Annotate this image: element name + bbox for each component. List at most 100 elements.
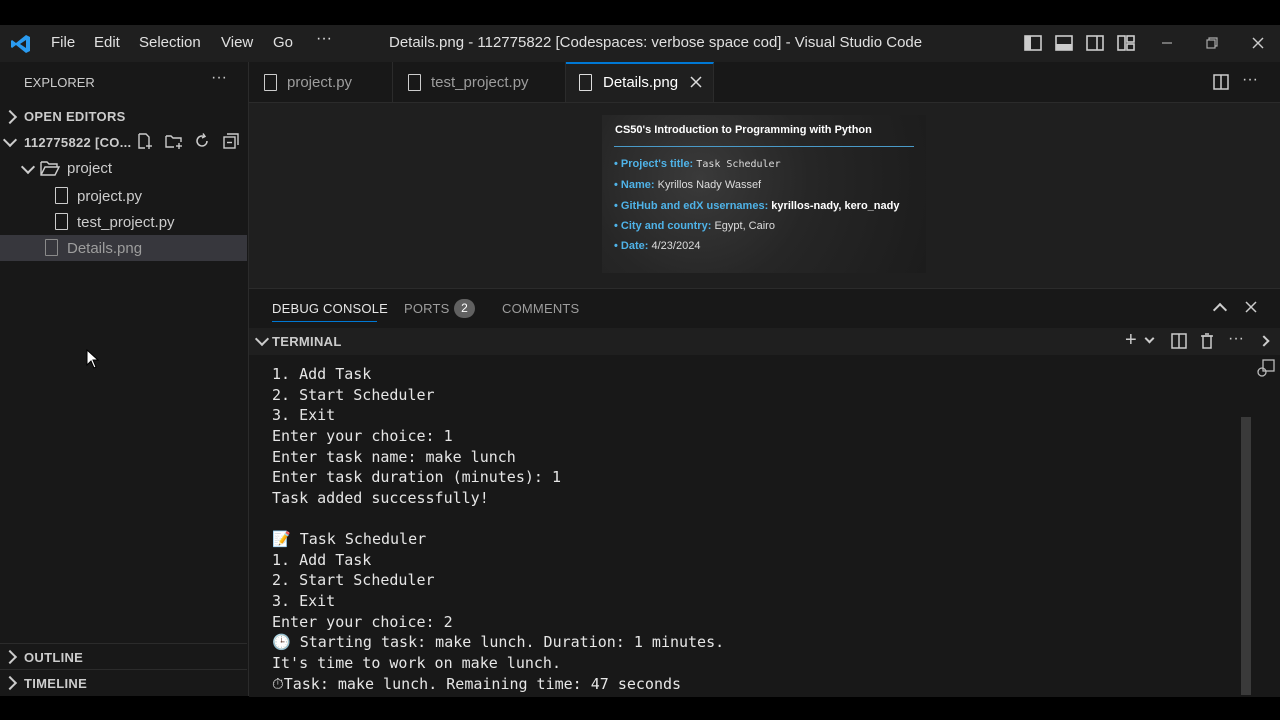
split-terminal-icon[interactable] (1170, 332, 1188, 350)
preview-row: • City and country: Egypt, Cairo (614, 220, 775, 232)
terminal-title: TERMINAL (272, 334, 342, 349)
close-panel-icon[interactable] (1244, 300, 1258, 314)
folder-open-icon (40, 161, 60, 176)
folder-project[interactable]: project (0, 156, 247, 182)
explorer-more-icon[interactable]: ··· (211, 69, 227, 87)
file-label: Details.png (67, 240, 143, 257)
preview-divider (614, 146, 914, 147)
explorer-title: EXPLORER (24, 75, 95, 90)
file-details-png[interactable]: Details.png (0, 235, 247, 261)
title-bar: File Edit Selection View Go ··· Details.… (0, 25, 1280, 62)
preview-heading: CS50's Introduction to Programming with … (615, 124, 872, 136)
file-icon (408, 74, 421, 91)
vscode-logo-icon[interactable] (10, 33, 32, 55)
chevron-right-icon (2, 675, 18, 691)
workspace-root-label: 112775822 [CO... (24, 135, 132, 150)
tab-test-project-py[interactable]: test_project.py (393, 62, 566, 102)
toggle-secondary-sidebar-icon[interactable] (1085, 33, 1105, 53)
tab-label: test_project.py (431, 74, 529, 91)
file-label: project.py (77, 188, 143, 205)
file-icon (55, 213, 68, 230)
mouse-cursor-icon (86, 349, 100, 369)
editor-more-icon[interactable]: ··· (1242, 71, 1258, 89)
active-tab-indicator (272, 321, 377, 322)
terminal-line: 📝 Task Scheduler (272, 530, 427, 548)
image-file-icon (579, 74, 592, 91)
trash-icon[interactable] (1198, 332, 1216, 350)
explorer-sidebar: EXPLORER ··· OPEN EDITORS 112775822 [CO.… (0, 62, 249, 696)
minimize-icon[interactable] (1157, 33, 1177, 53)
terminal-line: Enter your choice: 1 (272, 427, 453, 445)
menu-go[interactable]: Go (273, 34, 293, 51)
menu-selection[interactable]: Selection (139, 34, 201, 51)
terminal-line: 1. Add Task (272, 551, 372, 569)
new-file-icon[interactable] (136, 132, 154, 150)
image-preview-area: CS50's Introduction to Programming with … (249, 103, 1280, 288)
close-window-icon[interactable] (1248, 33, 1268, 53)
open-editors-section[interactable]: OPEN EDITORS (0, 103, 247, 129)
menu-more-icon[interactable]: ··· (316, 30, 332, 48)
outline-label: OUTLINE (24, 650, 84, 665)
details-image: CS50's Introduction to Programming with … (602, 115, 926, 273)
chevron-right-icon[interactable] (1258, 335, 1270, 347)
tab-ports[interactable]: PORTS (404, 301, 450, 316)
terminal-line: 3. Exit (272, 592, 336, 610)
terminal-line: 3. Exit (272, 406, 336, 424)
refresh-icon[interactable] (193, 132, 211, 150)
terminal-more-icon[interactable]: ··· (1228, 330, 1244, 348)
open-editors-label: OPEN EDITORS (24, 109, 126, 124)
maximize-panel-icon[interactable] (1212, 302, 1228, 318)
chevron-right-icon (2, 649, 18, 665)
terminal-line: Enter task name: make lunch (272, 448, 516, 466)
workspace-root[interactable]: 112775822 [CO... (0, 129, 247, 155)
tab-label: project.py (287, 74, 353, 91)
split-editor-icon[interactable] (1212, 73, 1230, 91)
toggle-primary-sidebar-icon[interactable] (1023, 33, 1043, 53)
chevron-down-icon (2, 132, 18, 148)
outline-section[interactable]: OUTLINE (0, 644, 247, 670)
tab-debug-console[interactable]: DEBUG CONSOLE (272, 301, 388, 316)
tab-project-py[interactable]: project.py (249, 62, 393, 102)
file-label: test_project.py (77, 214, 175, 231)
menu-edit[interactable]: Edit (94, 34, 120, 51)
file-project-py[interactable]: project.py (0, 183, 247, 209)
terminal-line: Task added successfully! (272, 489, 489, 507)
terminal-scrollbar[interactable] (1241, 417, 1251, 695)
new-terminal-icon[interactable]: + (1125, 329, 1137, 352)
timeline-section[interactable]: TIMELINE (0, 670, 247, 696)
image-file-icon (45, 239, 58, 256)
tab-details-png[interactable]: Details.png (566, 62, 714, 102)
timeline-label: TIMELINE (24, 676, 88, 691)
terminal-line: 🕒 Starting task: make lunch. Duration: 1… (272, 633, 725, 651)
file-icon (264, 74, 277, 91)
file-test-project-py[interactable]: test_project.py (0, 209, 247, 235)
customize-layout-icon[interactable] (1116, 33, 1136, 53)
collapse-all-icon[interactable] (222, 132, 240, 150)
editor-tabs: project.py test_project.py Details.png ·… (249, 62, 1280, 103)
menu-file[interactable]: File (51, 34, 75, 51)
folder-project-label: project (67, 160, 113, 177)
ports-count-badge: 2 (454, 299, 475, 318)
file-icon (55, 187, 68, 204)
chevron-down-icon[interactable] (1144, 333, 1155, 344)
terminal-header[interactable]: TERMINAL + ··· (249, 328, 1280, 355)
terminal-line: Enter task duration (minutes): 1 (272, 468, 561, 486)
toggle-panel-icon[interactable] (1054, 33, 1074, 53)
terminal-line: Enter your choice: 2 (272, 613, 453, 631)
new-folder-icon[interactable] (164, 132, 184, 150)
bottom-panel: DEBUG CONSOLE PORTS 2 COMMENTS TERMINAL … (249, 288, 1280, 697)
chevron-down-icon (254, 331, 270, 347)
terminal-line: It's time to work on make lunch. (272, 654, 561, 672)
close-tab-icon[interactable] (689, 75, 703, 89)
restore-icon[interactable] (1202, 33, 1222, 53)
terminal-tabs-icon[interactable] (1256, 358, 1276, 378)
terminal-line: 1. Add Task (272, 365, 372, 383)
terminal-line: ⏱Task: make lunch. Remaining time: 47 se… (272, 675, 682, 693)
preview-row: • Project's title: Task Scheduler (614, 158, 781, 170)
preview-row: • Name: Kyrillos Nady Wassef (614, 179, 762, 191)
tab-label: Details.png (603, 74, 679, 91)
chevron-down-icon (20, 159, 36, 175)
chevron-right-icon (2, 109, 18, 125)
menu-view[interactable]: View (221, 34, 253, 51)
tab-comments[interactable]: COMMENTS (502, 301, 579, 316)
